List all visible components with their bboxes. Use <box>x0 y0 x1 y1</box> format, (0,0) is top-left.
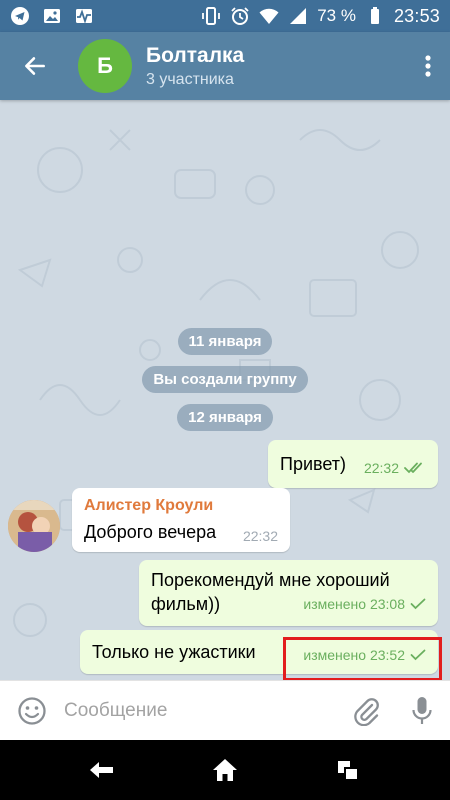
nav-recents-button[interactable] <box>318 740 378 800</box>
chat-title-block[interactable]: Болталка 3 участника <box>146 43 406 90</box>
chat-area[interactable]: 11 января Вы создали группу 12 января Пр… <box>0 100 450 680</box>
service-group-created: Вы создали группу <box>0 366 450 393</box>
status-time: 23:53 <box>393 5 440 26</box>
message-meta: 22:32 <box>364 460 426 476</box>
telegram-icon <box>10 6 30 26</box>
chat-subtitle: 3 участника <box>146 70 234 88</box>
more-vert-icon <box>425 55 431 77</box>
sender-avatar[interactable] <box>8 500 60 552</box>
message-bubble-outgoing[interactable]: Порекомендуй мне хороший фильм)) изменен… <box>139 560 438 626</box>
more-menu-button[interactable] <box>406 32 450 100</box>
paperclip-icon <box>354 697 379 726</box>
sender-name[interactable]: Алистер Кроули <box>84 496 278 516</box>
chat-title: Болталка <box>146 43 245 67</box>
microphone-icon <box>412 696 432 724</box>
double-check-icon <box>404 462 426 474</box>
attach-button[interactable] <box>338 681 394 741</box>
nav-home-button[interactable] <box>195 740 255 800</box>
status-bar: 73 % 23:53 <box>0 0 450 32</box>
group-avatar[interactable]: Б <box>78 39 132 93</box>
alarm-icon <box>230 6 250 26</box>
emoji-button[interactable] <box>0 681 64 741</box>
message-time: 22:32 <box>242 528 278 544</box>
system-nav-bar <box>0 740 450 800</box>
wifi-icon <box>259 6 279 26</box>
battery-percent: 73 % <box>317 6 356 25</box>
message-meta: изменено 23:08 <box>303 596 426 612</box>
smile-icon <box>18 696 46 725</box>
home-icon <box>212 759 237 781</box>
microphone-button[interactable] <box>394 681 450 741</box>
message-bubble-outgoing[interactable]: Привет) 22:32 <box>268 440 438 488</box>
message-input-bar <box>0 680 450 740</box>
activity-icon <box>74 6 94 26</box>
recents-icon <box>338 761 360 781</box>
message-time: 22:32 <box>363 460 399 476</box>
back-button[interactable] <box>0 32 70 100</box>
check-icon <box>410 598 426 610</box>
message-text-line-1: Порекомендуй мне хороший <box>151 570 390 590</box>
message-text-line-2: фильм)) <box>151 594 221 614</box>
image-icon <box>42 6 62 26</box>
message-text: Привет) <box>280 454 347 474</box>
message-time: изменено 23:08 <box>303 596 405 612</box>
battery-icon <box>365 6 385 26</box>
signal-icon <box>288 6 308 26</box>
message-bubble-incoming[interactable]: Алистер Кроули Доброго вечера 22:32 <box>72 488 290 552</box>
message-text: Только не ужастики <box>92 642 256 662</box>
back-arrow-icon <box>89 762 113 778</box>
arrow-left-icon <box>25 57 45 75</box>
message-text: Доброго вечера <box>84 522 217 542</box>
service-date-2: 12 января <box>0 404 450 431</box>
chat-header: Б Болталка 3 участника <box>0 32 450 100</box>
service-date-1: 11 января <box>0 328 450 355</box>
vibrate-icon <box>201 6 221 26</box>
message-input[interactable] <box>64 690 338 731</box>
nav-back-button[interactable] <box>72 740 132 800</box>
highlight-box <box>283 637 442 680</box>
